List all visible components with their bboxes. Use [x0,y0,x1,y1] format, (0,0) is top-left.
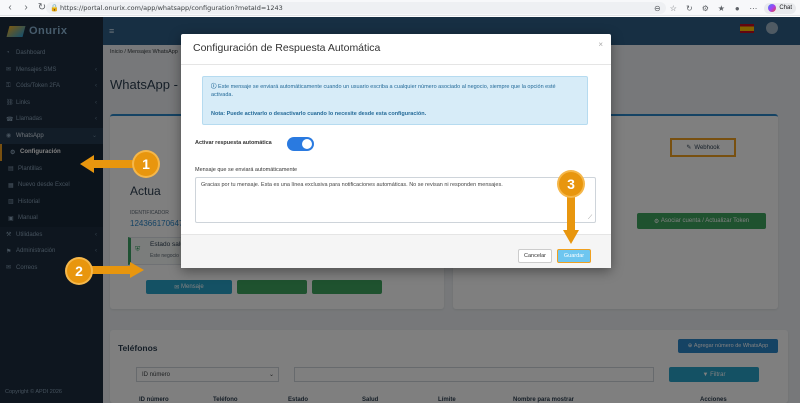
callout-2: 2 [67,259,91,283]
callout-3: 3 [559,172,583,196]
forward-icon[interactable]: › [20,2,32,14]
callout-1: 1 [134,152,158,176]
modal-title: Configuración de Respuesta Automática [193,42,381,54]
browser-toolbar: ‹ › ↻ 🔒 https://portal.onurix.com/app/wh… [0,0,800,16]
resize-grip-icon[interactable]: ⟋ [588,215,592,222]
info-note: Nota: Puede activarlo o desactivarlo cua… [211,111,427,117]
lock-icon: 🔒 [50,4,59,12]
message-label: Mensaje que se enviará automáticamente [195,167,298,173]
auto-reply-modal: Configuración de Respuesta Automática × … [181,34,611,268]
info-text: ⓘ Este mensaje se enviará automáticament… [211,83,579,99]
auto-reply-message-field[interactable] [195,177,596,223]
info-alert: ⓘ Este mensaje se enviará automáticament… [202,76,588,125]
auto-reply-toggle-label: Activar respuesta automática [195,140,272,146]
extensions-icon[interactable]: ⚙ [700,4,710,13]
zoom-icon[interactable]: ⊖ [652,4,662,13]
star-icon[interactable]: ☆ [668,4,678,13]
copilot-icon [768,4,777,12]
arrow-3-icon [563,196,579,244]
chat-button[interactable]: Chat [764,2,796,14]
chat-label: Chat [779,5,792,11]
refresh-page-icon[interactable]: ↻ [684,4,694,13]
info-icon: ⓘ [211,84,219,90]
close-icon[interactable]: × [598,40,603,49]
modal-divider [181,64,611,65]
arrow-2-icon [92,262,144,278]
profile-icon[interactable]: ● [732,4,742,13]
cancel-button[interactable]: Cancelar [518,249,552,263]
browser-actions: ⊖ ☆ ↻ ⚙ ★ ● ⋯ Chat [652,2,796,14]
auto-reply-toggle[interactable] [287,137,314,151]
back-icon[interactable]: ‹ [4,2,16,14]
address-bar[interactable]: 🔒 https://portal.onurix.com/app/whatsapp… [46,2,666,14]
url-text: https://portal.onurix.com/app/whatsapp/c… [60,4,283,12]
arrow-1-icon [80,155,136,173]
info-text-body: Este mensaje se enviará automáticamente … [211,84,556,98]
save-button[interactable]: Guardar [557,249,591,263]
browser-window: ‹ › ↻ 🔒 https://portal.onurix.com/app/wh… [0,0,800,403]
toggle-knob [302,139,312,149]
more-icon[interactable]: ⋯ [748,4,758,13]
favorites-icon[interactable]: ★ [716,4,726,13]
